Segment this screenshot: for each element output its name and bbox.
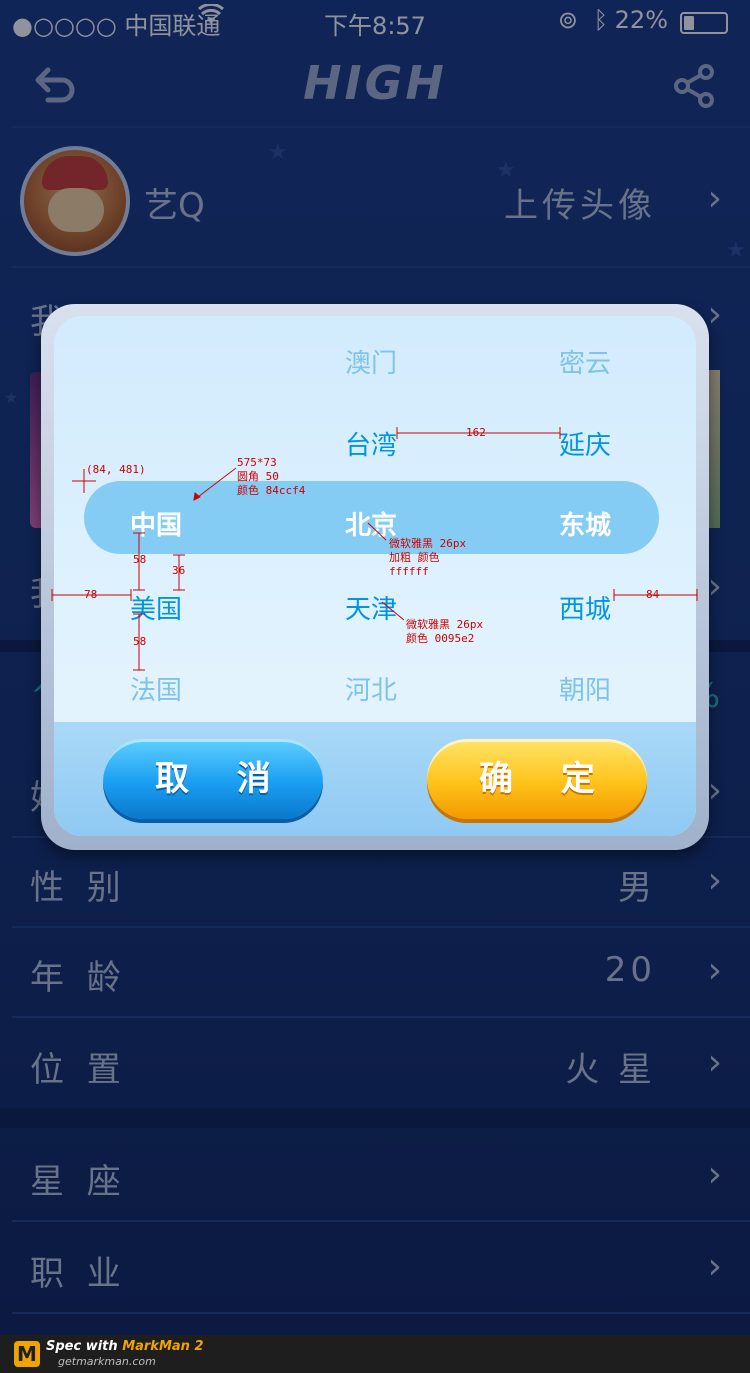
dimension-label: 162 <box>466 426 486 439</box>
markman-logo: M <box>14 1341 40 1367</box>
dimension-label: 58 <box>133 635 147 648</box>
markman-watermark-bar: M Spec with MarkMan 2 getmarkman.com <box>0 1335 750 1373</box>
markman-caption: Spec with MarkMan 2 <box>46 1339 204 1354</box>
dimension-label: 84 <box>646 588 660 601</box>
dimension-label: 58 <box>133 553 147 566</box>
picker-col3-item[interactable]: 密云 <box>525 343 645 380</box>
normal-text-spec-annotation: 微软雅黑 26px 颜色 0095e2 <box>406 618 484 645</box>
selected-text-spec-annotation: 微软雅黑 26px 加粗 颜色 ffffff <box>389 537 467 578</box>
dimension-label: 78 <box>84 588 98 601</box>
markman-site: getmarkman.com <box>58 1355 156 1368</box>
dimension-label: 36 <box>172 564 186 577</box>
picker-col1-item[interactable]: 美国 <box>96 589 216 626</box>
picker-col1-item[interactable]: 中国 <box>96 505 216 542</box>
picker-col2-item[interactable]: 河北 <box>311 670 431 707</box>
picker-col1-item[interactable]: 法国 <box>96 670 216 707</box>
highlight-spec-annotation: 575*73 圆角 50 颜色 84ccf4 <box>237 456 306 497</box>
picker-col3-item[interactable]: 朝阳 <box>525 670 645 707</box>
picker-col2-item[interactable]: 台湾 <box>311 425 431 462</box>
origin-annotation: (84, 481) <box>86 463 146 476</box>
picker-col3-item[interactable]: 东城 <box>525 505 645 542</box>
cancel-button[interactable]: 取 消 <box>103 739 323 819</box>
picker-col3-item[interactable]: 延庆 <box>525 425 645 462</box>
confirm-button[interactable]: 确 定 <box>427 739 647 819</box>
picker-col2-item[interactable]: 澳门 <box>311 343 431 380</box>
picker-col3-item[interactable]: 西城 <box>525 589 645 626</box>
